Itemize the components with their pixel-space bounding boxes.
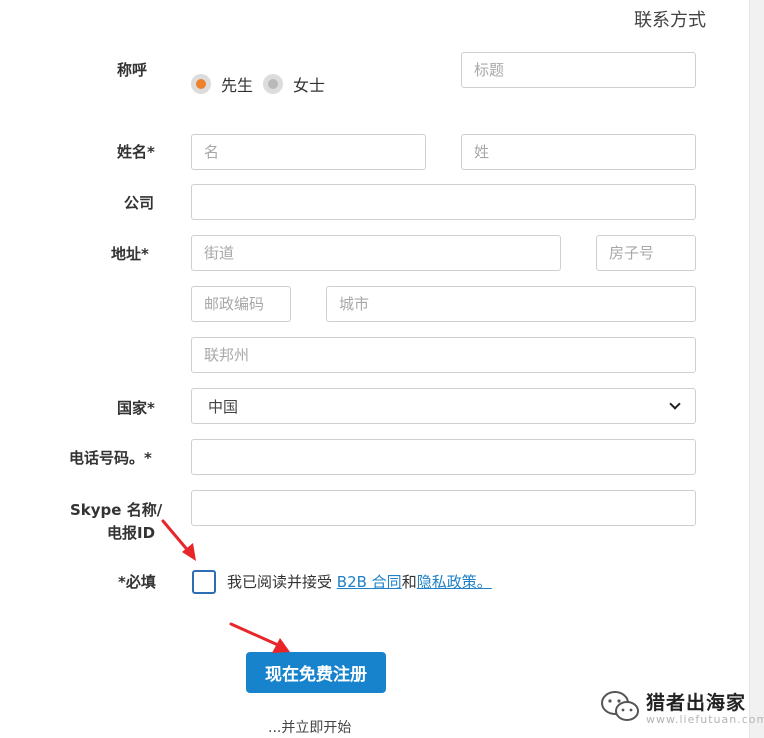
first-name-input[interactable] [191, 134, 426, 170]
start-now-text: ...并立即开始 [268, 720, 352, 736]
consent-text: 我已阅读并接受 B2B 合同和隐私政策。 [227, 571, 492, 592]
city-input[interactable] [326, 286, 696, 322]
watermark: 猎者出海家 www.liefutuan.com [600, 688, 764, 726]
radio-checked-icon [191, 74, 211, 94]
last-name-input[interactable] [461, 134, 696, 170]
street-input[interactable] [191, 235, 561, 271]
skype-label-line2: 电报ID [107, 524, 156, 542]
house-number-input[interactable] [596, 235, 696, 271]
phone-label: 电话号码。* [69, 449, 152, 467]
wechat-logo-icon [601, 691, 639, 721]
address-label: 地址* [111, 245, 149, 263]
company-input[interactable] [191, 184, 696, 220]
chevron-down-icon [669, 398, 681, 410]
zip-input[interactable] [191, 286, 291, 322]
radio-unchecked-icon [263, 74, 283, 94]
radio-mr[interactable]: 先生 [191, 72, 253, 96]
country-select[interactable]: 中国 [191, 388, 696, 424]
consent-text-before: 我已阅读并接受 [227, 573, 337, 591]
salutation-label: 称呼 [117, 61, 148, 79]
scrollbar-track[interactable] [749, 0, 764, 738]
watermark-title: 猎者出海家 [646, 692, 747, 714]
radio-mr-label: 先生 [221, 76, 254, 95]
name-label: 姓名* [117, 143, 155, 161]
company-label: 公司 [124, 194, 155, 212]
consent-checkbox[interactable] [192, 570, 216, 594]
skype-label-line1: Skype 名称/ [70, 501, 163, 519]
watermark-url: www.liefutuan.com [646, 713, 764, 726]
country-selected-value: 中国 [208, 397, 239, 416]
consent-text-between: 和 [401, 573, 417, 591]
arrow-to-button-icon [229, 622, 290, 653]
phone-input[interactable] [191, 439, 696, 475]
section-title: 联系方式 [634, 10, 706, 31]
title-input[interactable] [461, 52, 696, 88]
register-button[interactable]: 现在免费注册 [246, 652, 386, 693]
skype-input[interactable] [191, 490, 696, 526]
required-label: *必填 [118, 573, 156, 591]
state-input[interactable] [191, 337, 696, 373]
arrow-to-checkbox-icon [161, 519, 196, 561]
b2b-contract-link[interactable]: B2B 合同 [337, 573, 402, 591]
radio-ms[interactable]: 女士 [263, 72, 325, 96]
radio-ms-label: 女士 [293, 76, 326, 95]
country-label: 国家* [117, 399, 155, 417]
privacy-policy-link[interactable]: 隐私政策。 [417, 573, 492, 591]
